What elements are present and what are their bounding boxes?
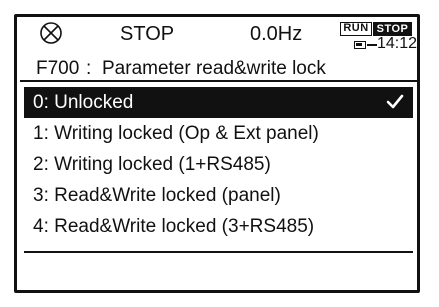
frequency-readout: 0.0Hz	[250, 23, 303, 45]
option-item-writing-locked-panel[interactable]: 1: Writing locked (Op & Ext panel)	[24, 118, 413, 149]
option-item-unlocked[interactable]: 0: Unlocked	[24, 87, 413, 118]
parameter-header: F700 : Parameter read&write lock	[20, 52, 417, 82]
option-list: 0: Unlocked 1: Writing locked (Op & Ext …	[24, 87, 413, 242]
option-label: 2: Writing locked (1+RS485)	[33, 154, 271, 175]
battery-icon	[354, 41, 366, 49]
parameter-code: F700	[36, 58, 80, 79]
checkmark-icon	[386, 94, 404, 109]
circle-x-icon	[40, 22, 62, 44]
header-separator: :	[86, 58, 92, 79]
status-bar: STOP 0.0Hz RUN STOP 14:12	[17, 17, 417, 52]
stop-mode-badge: STOP	[373, 22, 412, 36]
list-bottom-divider	[24, 251, 413, 253]
option-label: 3: Read&Write locked (panel)	[33, 185, 281, 206]
run-state-text: STOP	[120, 23, 175, 45]
clock-time: 14:12	[377, 35, 418, 52]
option-label: 4: Read&Write locked (3+RS485)	[33, 216, 315, 237]
device-display: STOP 0.0Hz RUN STOP 14:12 F700 : Paramet…	[14, 14, 420, 293]
option-item-readwrite-locked-rs485[interactable]: 4: Read&Write locked (3+RS485)	[24, 211, 413, 242]
option-label: 0: Unlocked	[33, 92, 134, 113]
option-item-writing-locked-rs485[interactable]: 2: Writing locked (1+RS485)	[24, 149, 413, 180]
option-label: 1: Writing locked (Op & Ext panel)	[33, 123, 319, 144]
option-item-readwrite-locked-panel[interactable]: 3: Read&Write locked (panel)	[24, 180, 413, 211]
run-mode-badge: RUN	[340, 22, 372, 36]
parameter-title: Parameter read&write lock	[102, 58, 326, 79]
status-divider	[367, 44, 377, 46]
